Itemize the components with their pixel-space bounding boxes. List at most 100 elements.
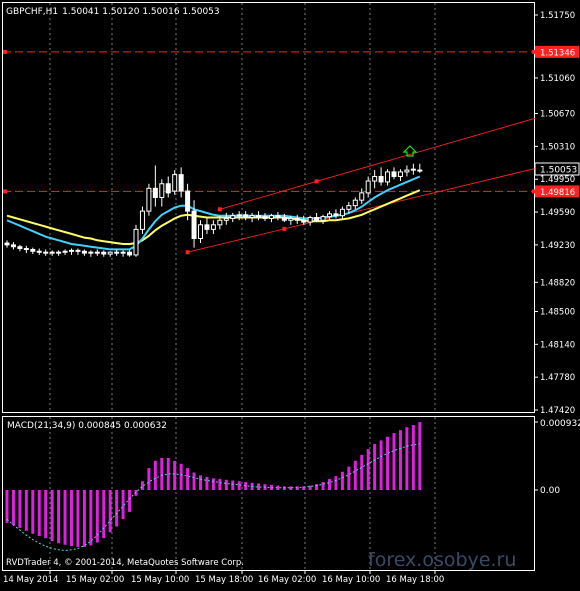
macd-bar [392, 433, 396, 490]
candle-body [185, 190, 191, 212]
candle-body [120, 251, 126, 254]
candle-body [243, 214, 249, 219]
candle-body [217, 219, 223, 226]
time-label: 15 May 10:00 [131, 575, 189, 585]
macd-bar [160, 457, 164, 490]
candle-body [75, 249, 81, 252]
macd-bar [398, 430, 402, 490]
macd-bar [57, 490, 61, 544]
candle-body [307, 217, 313, 223]
candle-body [288, 217, 294, 221]
price-tick-label: 1.51750 [540, 11, 575, 21]
candle-body [339, 208, 345, 217]
candle-body [56, 251, 62, 254]
time-label: 15 May 18:00 [195, 575, 253, 585]
candle-body [4, 242, 10, 246]
copyright-text: RVDTrader 4, © 2001-2014, MetaQuotes Sof… [6, 558, 244, 568]
candle-body [62, 250, 68, 253]
price-tick-label: 1.49590 [540, 208, 575, 218]
candle-body [346, 205, 352, 210]
price-tick-label: 1.47780 [540, 373, 575, 383]
macd-bar [24, 490, 28, 531]
macd-zero-tick: 0.00 [540, 486, 560, 496]
candle-body [301, 219, 307, 223]
macd-bar [102, 490, 106, 539]
current-price-label: 1.50053 [540, 166, 577, 176]
macd-bar [44, 490, 48, 539]
price-tick-label: 1.48820 [540, 278, 575, 288]
candle-body [114, 251, 120, 254]
macd-bar [18, 490, 22, 528]
candle-body [198, 224, 203, 239]
candle-body [281, 217, 287, 221]
candle-body [404, 169, 410, 173]
trend-anchor [314, 179, 319, 184]
trend-anchor [217, 207, 222, 212]
price-tick-label: 1.48500 [540, 307, 575, 317]
macd-bar [379, 440, 383, 490]
candle-body [210, 224, 216, 230]
watermark-text: forex.osobye.ru [368, 549, 516, 571]
candle-body [294, 217, 300, 221]
candle-body [410, 168, 416, 171]
macd-bar [115, 490, 119, 527]
candle-body [81, 250, 87, 254]
macd-bar [360, 454, 364, 490]
candle-body [107, 251, 113, 255]
trend-anchor [282, 226, 287, 231]
macd-bar [192, 472, 196, 490]
macd-bar [315, 484, 319, 490]
macd-max-tick: 0.000932 [540, 419, 580, 429]
price-tick-label: 1.49230 [540, 241, 575, 251]
macd-bar [353, 460, 357, 490]
macd-bar [153, 460, 157, 490]
candle-body [204, 224, 210, 230]
chart-window[interactable]: 1.51750 1.51060 1.50670 1.50310 1.49950 1.495… [0, 0, 580, 587]
macd-bar [108, 490, 112, 533]
candle-body [417, 169, 423, 172]
candle-body [236, 214, 242, 217]
symbol-label: GBPCHF,H1 1.50041 1.50120 1.50016 1.50053 [6, 7, 220, 17]
price-tick-label: 1.49950 [540, 175, 575, 185]
macd-label: MACD(21,34,9) 0.000845 0.000632 [7, 421, 167, 431]
candle-body [30, 248, 36, 252]
macd-bar [37, 490, 41, 536]
macd-bar [237, 481, 241, 490]
candle-body [159, 183, 165, 198]
candle-body [172, 174, 178, 192]
macd-bar [63, 490, 67, 545]
candle-body [88, 251, 94, 254]
candle-body [256, 215, 262, 218]
macd-bar [328, 479, 331, 490]
candle-body [17, 246, 23, 250]
macd-bar [50, 490, 54, 542]
macd-bar [211, 478, 215, 490]
level-anchor-left [3, 49, 7, 54]
price-tick-label: 1.47420 [540, 406, 575, 416]
candle-body [365, 180, 371, 194]
macd-bar [70, 490, 73, 547]
macd-bar [340, 471, 344, 490]
candle-body [94, 251, 100, 254]
macd-bar [244, 481, 248, 490]
macd-bar [224, 479, 228, 490]
candle-body [69, 249, 74, 252]
candle-body [359, 192, 365, 201]
macd-bar [373, 444, 377, 490]
macd-bar [199, 475, 202, 490]
level-anchor-left [3, 189, 7, 194]
candle-body [385, 171, 391, 183]
macd-bar [31, 490, 35, 534]
candle-body [191, 210, 197, 239]
level-price-label: 1.51346 [540, 48, 575, 58]
candle-body [152, 187, 158, 198]
candle-body [230, 215, 236, 219]
candle-body [352, 199, 358, 207]
macd-bar [173, 460, 177, 490]
candle-body [49, 251, 55, 254]
candle-body [36, 250, 42, 253]
trend-anchor [185, 250, 190, 255]
candle-body [23, 248, 29, 251]
candle-body [275, 215, 281, 219]
candle-body [314, 217, 320, 221]
